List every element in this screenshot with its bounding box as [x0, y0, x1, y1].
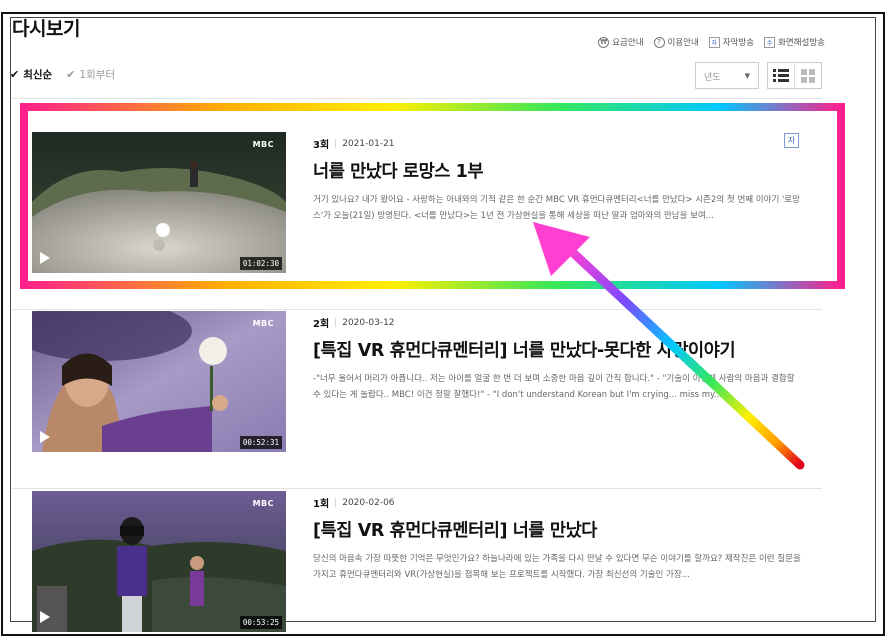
episode-thumbnail[interactable]: MBC 00:52:31: [32, 311, 286, 452]
episode-meta: 3회 | 2021-01-21: [313, 136, 395, 152]
duration-badge: 00:52:31: [239, 436, 282, 449]
pricing-link-label: 요금안내: [612, 38, 644, 48]
play-icon: [40, 431, 50, 443]
episode-item-2: MBC 00:52:31 2회 | 2020-03-12 [특집 VR 휴먼다큐…: [12, 311, 822, 489]
episode-thumbnail[interactable]: MBC 00:53:25: [32, 491, 286, 632]
episode-date: 2020-02-06: [342, 497, 395, 508]
play-icon: [40, 252, 50, 264]
sort-latest-label: 최신순: [23, 69, 53, 81]
meta-separator: |: [334, 497, 338, 508]
sort-bar: ✔ 최신순 ✔ 1회부터: [10, 67, 115, 82]
subtitle-badge: 자: [784, 133, 799, 148]
list-top-divider: [12, 98, 822, 99]
episode-thumbnail[interactable]: MBC 01:02:30: [32, 132, 286, 273]
episode-item-1: MBC 00:53:25 1회 | 2020-02-06 [특집 VR 휴먼다큐…: [12, 491, 822, 639]
channel-logo: MBC: [252, 140, 274, 149]
episode-meta: 1회 | 2020-02-06: [313, 495, 395, 511]
view-toggle: [767, 62, 822, 89]
meta-separator: |: [334, 138, 338, 149]
duration-badge: 00:53:25: [239, 616, 282, 629]
audio-description-link[interactable]: 수 화면해설방송: [764, 36, 825, 48]
duration-badge: 01:02:30: [239, 257, 282, 270]
sort-latest[interactable]: ✔ 최신순: [10, 67, 52, 82]
episode-title[interactable]: [특집 VR 휴먼다큐멘터리] 너를 만났다-못다한 사랑이야기: [313, 337, 736, 362]
channel-logo: MBC: [252, 499, 274, 508]
meta-separator: |: [334, 317, 338, 328]
episode-meta: 2회 | 2020-03-12: [313, 315, 395, 331]
play-icon: [40, 611, 50, 623]
episode-date: 2020-03-12: [342, 317, 395, 328]
episode-description: -"너무 울어서 머리가 아픕니다.. 저는 아이를 얼굴 한 번 더 보며 소…: [313, 374, 795, 400]
episode-title[interactable]: 너를 만났다 로망스 1부: [313, 158, 484, 183]
page-title: 다시보기: [12, 18, 80, 40]
year-select[interactable]: 년도 ▼: [695, 62, 759, 89]
thumbnail-image: [32, 491, 286, 632]
episode-number: 3회: [313, 140, 330, 151]
subtitle-icon: 자: [708, 36, 720, 48]
usage-guide-link[interactable]: ? 이용안내: [653, 36, 699, 48]
list-view-button[interactable]: [768, 63, 794, 88]
episode-date: 2021-01-21: [342, 138, 395, 149]
won-icon: ₩: [598, 36, 610, 48]
year-select-placeholder: 년도: [704, 73, 721, 83]
subtitle-broadcast-link-label: 자막방송: [722, 38, 755, 48]
episode-description: 거기 있나요? 내가 왔어요 - 사랑하는 아내와의 기적 같은 한 순간 MB…: [313, 195, 800, 221]
grid-icon: [801, 68, 816, 83]
episode-description: 당신의 마음속 가장 따뜻한 기억은 무엇인가요? 하늘나라에 있는 가족을 다…: [313, 554, 801, 580]
episode-number: 1회: [313, 499, 330, 510]
help-icon: ?: [653, 36, 665, 48]
list-icon: [773, 69, 790, 82]
episode-item-3: MBC 01:02:30 3회 | 2021-01-21 자 너를 만났다 로망…: [12, 132, 822, 310]
sign-language-icon: 수: [764, 36, 776, 48]
sort-first-label: 1회부터: [79, 69, 116, 81]
check-icon: ✔: [10, 68, 20, 81]
top-links: ₩ 요금안내 ? 이용안내 자 자막방송 수 화면해설방송: [598, 36, 825, 48]
check-icon: ✔: [66, 68, 76, 81]
audio-description-link-label: 화면해설방송: [778, 38, 825, 48]
caret-down-icon: ▼: [744, 72, 750, 80]
thumbnail-image: [32, 132, 286, 273]
pricing-link[interactable]: ₩ 요금안내: [598, 36, 644, 48]
episode-title[interactable]: [특집 VR 휴먼다큐멘터리] 너를 만났다: [313, 517, 597, 542]
episode-number: 2회: [313, 319, 330, 330]
sort-from-first[interactable]: ✔ 1회부터: [66, 67, 115, 82]
usage-guide-link-label: 이용안내: [667, 38, 699, 48]
grid-view-button[interactable]: [794, 63, 821, 88]
subtitle-broadcast-link[interactable]: 자 자막방송: [708, 36, 755, 48]
channel-logo: MBC: [252, 319, 274, 328]
thumbnail-image: [32, 311, 286, 452]
